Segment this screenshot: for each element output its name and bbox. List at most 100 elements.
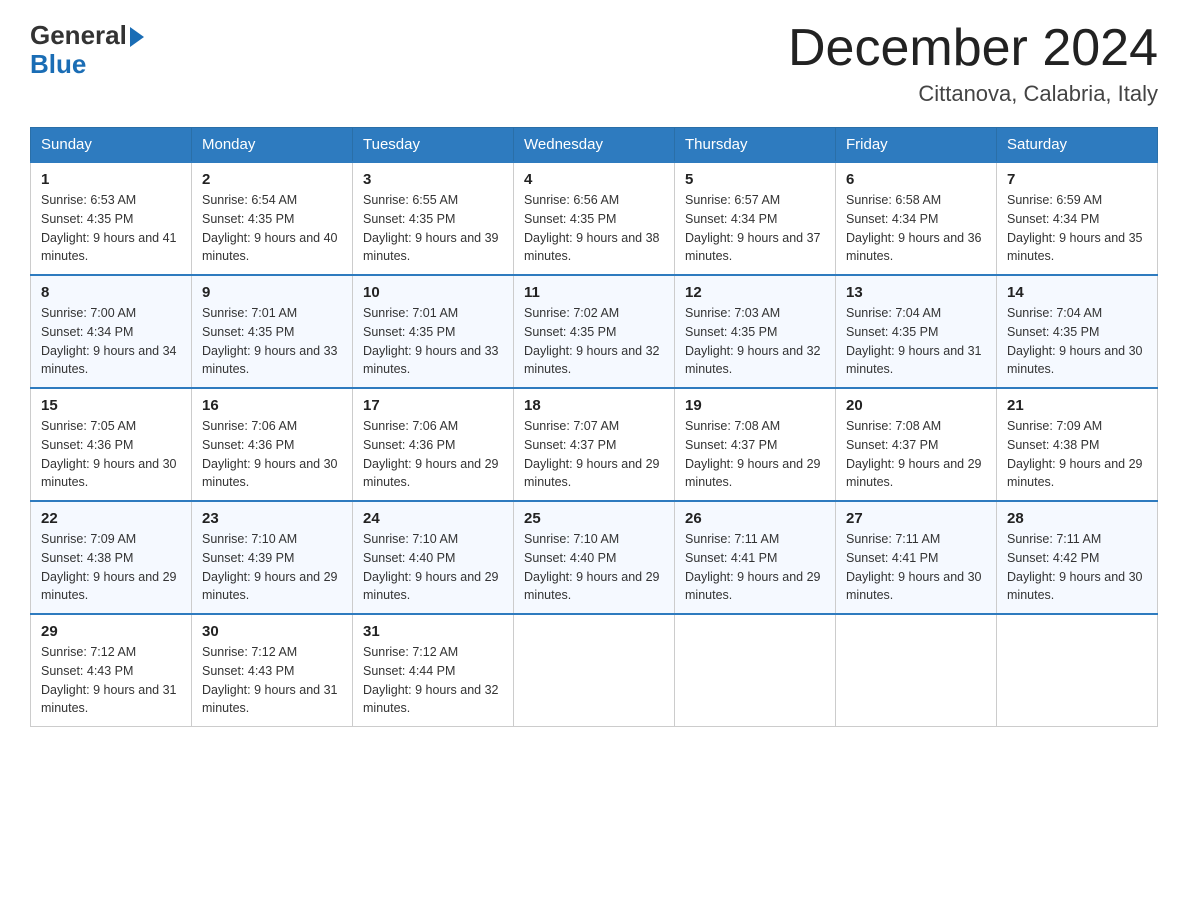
calendar-cell bbox=[675, 614, 836, 727]
day-number: 12 bbox=[685, 284, 825, 301]
day-number: 15 bbox=[41, 397, 181, 414]
calendar-cell: 13 Sunrise: 7:04 AMSunset: 4:35 PMDaylig… bbox=[836, 275, 997, 388]
day-number: 23 bbox=[202, 510, 342, 527]
page-header: General Blue December 2024 Cittanova, Ca… bbox=[30, 20, 1158, 107]
day-info: Sunrise: 6:57 AMSunset: 4:34 PMDaylight:… bbox=[685, 193, 821, 263]
calendar-cell: 22 Sunrise: 7:09 AMSunset: 4:38 PMDaylig… bbox=[31, 501, 192, 614]
calendar-cell: 30 Sunrise: 7:12 AMSunset: 4:43 PMDaylig… bbox=[192, 614, 353, 727]
day-info: Sunrise: 7:00 AMSunset: 4:34 PMDaylight:… bbox=[41, 306, 177, 376]
day-info: Sunrise: 7:11 AMSunset: 4:41 PMDaylight:… bbox=[846, 532, 982, 602]
calendar-cell: 21 Sunrise: 7:09 AMSunset: 4:38 PMDaylig… bbox=[997, 388, 1158, 501]
day-info: Sunrise: 6:55 AMSunset: 4:35 PMDaylight:… bbox=[363, 193, 499, 263]
day-info: Sunrise: 7:05 AMSunset: 4:36 PMDaylight:… bbox=[41, 419, 177, 489]
day-number: 24 bbox=[363, 510, 503, 527]
day-number: 31 bbox=[363, 623, 503, 640]
day-info: Sunrise: 7:10 AMSunset: 4:40 PMDaylight:… bbox=[524, 532, 660, 602]
day-info: Sunrise: 7:09 AMSunset: 4:38 PMDaylight:… bbox=[41, 532, 177, 602]
calendar-table: SundayMondayTuesdayWednesdayThursdayFrid… bbox=[30, 127, 1158, 727]
calendar-cell: 16 Sunrise: 7:06 AMSunset: 4:36 PMDaylig… bbox=[192, 388, 353, 501]
day-number: 29 bbox=[41, 623, 181, 640]
calendar-cell bbox=[997, 614, 1158, 727]
calendar-cell: 10 Sunrise: 7:01 AMSunset: 4:35 PMDaylig… bbox=[353, 275, 514, 388]
calendar-week-row: 15 Sunrise: 7:05 AMSunset: 4:36 PMDaylig… bbox=[31, 388, 1158, 501]
calendar-cell: 26 Sunrise: 7:11 AMSunset: 4:41 PMDaylig… bbox=[675, 501, 836, 614]
calendar-cell: 14 Sunrise: 7:04 AMSunset: 4:35 PMDaylig… bbox=[997, 275, 1158, 388]
day-info: Sunrise: 7:02 AMSunset: 4:35 PMDaylight:… bbox=[524, 306, 660, 376]
day-info: Sunrise: 7:09 AMSunset: 4:38 PMDaylight:… bbox=[1007, 419, 1143, 489]
day-info: Sunrise: 7:04 AMSunset: 4:35 PMDaylight:… bbox=[1007, 306, 1143, 376]
calendar-header-wednesday: Wednesday bbox=[514, 128, 675, 163]
calendar-cell: 7 Sunrise: 6:59 AMSunset: 4:34 PMDayligh… bbox=[997, 162, 1158, 275]
calendar-cell: 24 Sunrise: 7:10 AMSunset: 4:40 PMDaylig… bbox=[353, 501, 514, 614]
day-number: 3 bbox=[363, 171, 503, 188]
calendar-cell: 25 Sunrise: 7:10 AMSunset: 4:40 PMDaylig… bbox=[514, 501, 675, 614]
logo-general-text: General bbox=[30, 20, 127, 51]
calendar-cell: 23 Sunrise: 7:10 AMSunset: 4:39 PMDaylig… bbox=[192, 501, 353, 614]
day-info: Sunrise: 7:06 AMSunset: 4:36 PMDaylight:… bbox=[202, 419, 338, 489]
day-info: Sunrise: 7:07 AMSunset: 4:37 PMDaylight:… bbox=[524, 419, 660, 489]
calendar-cell: 2 Sunrise: 6:54 AMSunset: 4:35 PMDayligh… bbox=[192, 162, 353, 275]
day-number: 2 bbox=[202, 171, 342, 188]
calendar-cell: 9 Sunrise: 7:01 AMSunset: 4:35 PMDayligh… bbox=[192, 275, 353, 388]
day-number: 25 bbox=[524, 510, 664, 527]
day-number: 30 bbox=[202, 623, 342, 640]
day-info: Sunrise: 7:10 AMSunset: 4:39 PMDaylight:… bbox=[202, 532, 338, 602]
calendar-week-row: 29 Sunrise: 7:12 AMSunset: 4:43 PMDaylig… bbox=[31, 614, 1158, 727]
calendar-header-sunday: Sunday bbox=[31, 128, 192, 163]
day-info: Sunrise: 7:06 AMSunset: 4:36 PMDaylight:… bbox=[363, 419, 499, 489]
calendar-cell: 27 Sunrise: 7:11 AMSunset: 4:41 PMDaylig… bbox=[836, 501, 997, 614]
day-number: 1 bbox=[41, 171, 181, 188]
day-number: 16 bbox=[202, 397, 342, 414]
day-info: Sunrise: 7:12 AMSunset: 4:44 PMDaylight:… bbox=[363, 645, 499, 715]
day-info: Sunrise: 7:04 AMSunset: 4:35 PMDaylight:… bbox=[846, 306, 982, 376]
day-number: 14 bbox=[1007, 284, 1147, 301]
day-info: Sunrise: 7:01 AMSunset: 4:35 PMDaylight:… bbox=[202, 306, 338, 376]
calendar-cell: 8 Sunrise: 7:00 AMSunset: 4:34 PMDayligh… bbox=[31, 275, 192, 388]
calendar-cell: 19 Sunrise: 7:08 AMSunset: 4:37 PMDaylig… bbox=[675, 388, 836, 501]
day-number: 6 bbox=[846, 171, 986, 188]
calendar-header-thursday: Thursday bbox=[675, 128, 836, 163]
calendar-header-row: SundayMondayTuesdayWednesdayThursdayFrid… bbox=[31, 128, 1158, 163]
calendar-cell: 6 Sunrise: 6:58 AMSunset: 4:34 PMDayligh… bbox=[836, 162, 997, 275]
calendar-header-tuesday: Tuesday bbox=[353, 128, 514, 163]
calendar-cell: 29 Sunrise: 7:12 AMSunset: 4:43 PMDaylig… bbox=[31, 614, 192, 727]
logo-arrow-icon bbox=[130, 27, 144, 47]
logo: General Blue bbox=[30, 20, 144, 80]
day-info: Sunrise: 7:08 AMSunset: 4:37 PMDaylight:… bbox=[846, 419, 982, 489]
calendar-cell: 28 Sunrise: 7:11 AMSunset: 4:42 PMDaylig… bbox=[997, 501, 1158, 614]
day-info: Sunrise: 7:01 AMSunset: 4:35 PMDaylight:… bbox=[363, 306, 499, 376]
day-number: 27 bbox=[846, 510, 986, 527]
day-number: 9 bbox=[202, 284, 342, 301]
day-info: Sunrise: 7:12 AMSunset: 4:43 PMDaylight:… bbox=[41, 645, 177, 715]
day-info: Sunrise: 7:11 AMSunset: 4:41 PMDaylight:… bbox=[685, 532, 821, 602]
calendar-cell: 12 Sunrise: 7:03 AMSunset: 4:35 PMDaylig… bbox=[675, 275, 836, 388]
calendar-cell: 20 Sunrise: 7:08 AMSunset: 4:37 PMDaylig… bbox=[836, 388, 997, 501]
calendar-header-friday: Friday bbox=[836, 128, 997, 163]
calendar-cell: 15 Sunrise: 7:05 AMSunset: 4:36 PMDaylig… bbox=[31, 388, 192, 501]
day-number: 17 bbox=[363, 397, 503, 414]
day-number: 10 bbox=[363, 284, 503, 301]
location-text: Cittanova, Calabria, Italy bbox=[788, 81, 1158, 107]
day-info: Sunrise: 7:10 AMSunset: 4:40 PMDaylight:… bbox=[363, 532, 499, 602]
day-number: 7 bbox=[1007, 171, 1147, 188]
day-info: Sunrise: 6:53 AMSunset: 4:35 PMDaylight:… bbox=[41, 193, 177, 263]
day-info: Sunrise: 6:54 AMSunset: 4:35 PMDaylight:… bbox=[202, 193, 338, 263]
calendar-cell: 17 Sunrise: 7:06 AMSunset: 4:36 PMDaylig… bbox=[353, 388, 514, 501]
day-number: 4 bbox=[524, 171, 664, 188]
calendar-week-row: 22 Sunrise: 7:09 AMSunset: 4:38 PMDaylig… bbox=[31, 501, 1158, 614]
calendar-header-monday: Monday bbox=[192, 128, 353, 163]
day-number: 28 bbox=[1007, 510, 1147, 527]
calendar-cell bbox=[836, 614, 997, 727]
calendar-cell bbox=[514, 614, 675, 727]
calendar-cell: 4 Sunrise: 6:56 AMSunset: 4:35 PMDayligh… bbox=[514, 162, 675, 275]
day-number: 20 bbox=[846, 397, 986, 414]
calendar-cell: 1 Sunrise: 6:53 AMSunset: 4:35 PMDayligh… bbox=[31, 162, 192, 275]
day-number: 26 bbox=[685, 510, 825, 527]
logo-blue-text: Blue bbox=[30, 49, 86, 80]
day-number: 8 bbox=[41, 284, 181, 301]
calendar-header-saturday: Saturday bbox=[997, 128, 1158, 163]
title-section: December 2024 Cittanova, Calabria, Italy bbox=[788, 20, 1158, 107]
calendar-cell: 31 Sunrise: 7:12 AMSunset: 4:44 PMDaylig… bbox=[353, 614, 514, 727]
calendar-week-row: 1 Sunrise: 6:53 AMSunset: 4:35 PMDayligh… bbox=[31, 162, 1158, 275]
day-info: Sunrise: 7:12 AMSunset: 4:43 PMDaylight:… bbox=[202, 645, 338, 715]
